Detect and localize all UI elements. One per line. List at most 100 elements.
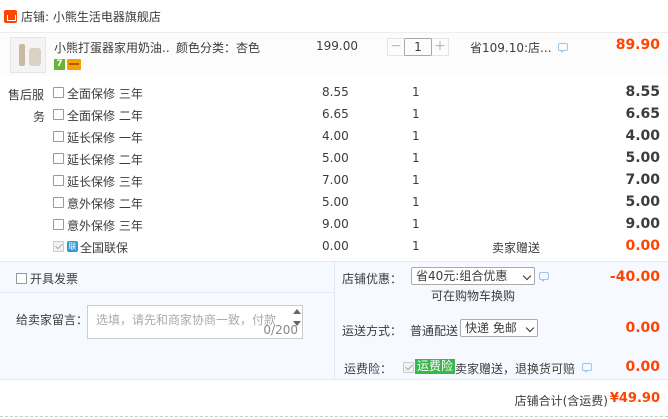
insurance-tag: 运费险 <box>415 359 456 374</box>
shop-total-bar: 店铺合计(含运费) ¥49.90 <box>0 379 668 419</box>
product-thumbnail[interactable] <box>10 37 46 73</box>
order-item-row: 小熊打蛋器家用奶油... 7 颜色分类：杏色 199.00 − 1 + 省109… <box>0 32 668 76</box>
service-qty: 1 <box>412 173 420 187</box>
message-label: 给卖家留言： <box>16 313 89 327</box>
chat-icon[interactable] <box>539 272 549 282</box>
delivery-method: 普通配送 <box>410 324 459 338</box>
service-qty: 1 <box>412 129 420 143</box>
service-price: 9.00 <box>322 217 349 231</box>
message-placeholder: 选填，请先和商家协商一致，付款 <box>96 313 277 327</box>
service-total: 8.55 <box>625 84 660 100</box>
quantity-stepper: − 1 + <box>387 38 449 56</box>
service-total: 4.00 <box>625 128 660 144</box>
service-checkbox[interactable] <box>53 197 64 208</box>
service-label[interactable]: 全面保修 二年 <box>67 107 143 124</box>
chevron-down-icon <box>525 323 535 333</box>
service-qty: 1 <box>412 195 420 209</box>
service-total: 5.00 <box>625 150 660 166</box>
service-row: 意外保修 三年 9.00 1 9.00 <box>0 214 668 236</box>
service-row: 延长保修 三年 7.00 1 7.00 <box>0 170 668 192</box>
insurance-label: 运费险： <box>344 362 393 376</box>
service-row: 延长保修 一年 4.00 1 4.00 <box>0 126 668 148</box>
service-row: 全面保修 二年 6.65 1 6.65 <box>0 104 668 126</box>
service-row: 意外保修 二年 5.00 1 5.00 <box>0 192 668 214</box>
service-price: 0.00 <box>322 239 349 253</box>
delivery-total: 0.00 <box>625 320 660 336</box>
service-row: 联 全国联保 0.00 1 卖家赠送 0.00 <box>0 236 668 258</box>
discount-label: 店铺优惠： <box>342 272 403 286</box>
service-gift: 卖家赠送 <box>492 241 541 255</box>
service-qty: 1 <box>412 239 420 253</box>
scroll-arrows-icon[interactable] <box>293 309 301 329</box>
invoice-label[interactable]: 开具发票 <box>30 270 78 287</box>
service-row: 全面保修 三年 8.55 1 8.55 <box>0 82 668 104</box>
discount-selected: 省40元:组合优惠 <box>416 269 508 283</box>
item-total: 89.90 <box>615 37 660 53</box>
service-total: 9.00 <box>625 216 660 232</box>
discount-total: -40.00 <box>609 269 660 285</box>
service-checkbox[interactable] <box>53 109 64 120</box>
right-options-panel: 店铺优惠： 省40元:组合优惠 可在购物车换购 -40.00 运送方式： 普通配… <box>334 262 668 380</box>
seven-day-return-icon: 7 <box>54 59 65 70</box>
service-price: 6.65 <box>322 107 349 121</box>
delivery-select[interactable]: 快递 免邮 <box>460 319 538 337</box>
service-checkbox[interactable] <box>53 131 64 142</box>
invoice-checkbox[interactable] <box>16 273 27 284</box>
chat-icon[interactable] <box>582 363 592 373</box>
service-label[interactable]: 意外保修 二年 <box>67 195 143 212</box>
service-label[interactable]: 延长保修 二年 <box>67 151 143 168</box>
warranty-icon: 联 <box>67 241 78 252</box>
decrease-button[interactable]: − <box>387 38 405 56</box>
left-options-panel: 开具发票 给卖家留言： 选填，请先和商家协商一致，付款 0/200 <box>0 262 334 380</box>
service-total: 7.00 <box>625 172 660 188</box>
service-label[interactable]: 延长保修 一年 <box>67 129 143 146</box>
service-price: 8.55 <box>322 85 349 99</box>
insurance-total: 0.00 <box>625 359 660 375</box>
shop-header: 店铺: 小熊生活电器旗舰店 <box>0 0 668 32</box>
service-label: 全国联保 <box>80 241 129 255</box>
delivery-label: 运送方式： <box>342 324 403 338</box>
quantity-input[interactable]: 1 <box>405 38 431 56</box>
credit-card-icon <box>67 59 81 70</box>
message-textarea[interactable]: 选填，请先和商家协商一致，付款 0/200 <box>87 305 303 339</box>
service-price: 5.00 <box>322 195 349 209</box>
discount-note: 可在购物车换购 <box>431 289 516 303</box>
service-total: 6.65 <box>625 106 660 122</box>
shop-name[interactable]: 店铺: 小熊生活电器旗舰店 <box>21 8 161 25</box>
insurance-checkbox <box>403 362 414 373</box>
saving-text: 省109.10:店... <box>470 41 552 55</box>
increase-button[interactable]: + <box>431 38 449 56</box>
discount-select[interactable]: 省40元:组合优惠 <box>411 267 535 285</box>
service-price: 7.00 <box>322 173 349 187</box>
service-checkbox[interactable] <box>53 175 64 186</box>
service-checkbox <box>53 241 64 252</box>
service-qty: 1 <box>412 85 420 99</box>
shop-icon <box>4 9 17 23</box>
divider <box>0 292 334 293</box>
invoice-option[interactable]: 开具发票 <box>16 270 78 287</box>
product-sku: 颜色分类：杏色 <box>176 41 261 55</box>
shop-total-amount: ¥49.90 <box>609 391 660 406</box>
service-qty: 1 <box>412 151 420 165</box>
divider <box>0 416 668 417</box>
service-price: 4.00 <box>322 129 349 143</box>
delivery-selected: 快递 免邮 <box>465 321 517 335</box>
product-title[interactable]: 小熊打蛋器家用奶油... <box>54 39 169 56</box>
shop-total-label: 店铺合计(含运费) <box>514 394 608 408</box>
insurance-text: 卖家赠送，退换货可赔 <box>455 362 576 376</box>
service-price: 5.00 <box>322 151 349 165</box>
service-row: 延长保修 二年 5.00 1 5.00 <box>0 148 668 170</box>
service-qty: 1 <box>412 217 420 231</box>
service-total: 0.00 <box>625 238 660 254</box>
service-checkbox[interactable] <box>53 219 64 230</box>
service-checkbox[interactable] <box>53 153 64 164</box>
service-label[interactable]: 全面保修 三年 <box>67 85 143 102</box>
service-label[interactable]: 延长保修 三年 <box>67 173 143 190</box>
service-total: 5.00 <box>625 194 660 210</box>
chevron-down-icon <box>522 271 532 281</box>
service-checkbox[interactable] <box>53 87 64 98</box>
service-label[interactable]: 意外保修 三年 <box>67 217 143 234</box>
chat-icon[interactable] <box>558 43 568 53</box>
service-qty: 1 <box>412 107 420 121</box>
unit-price: 199.00 <box>316 39 358 53</box>
